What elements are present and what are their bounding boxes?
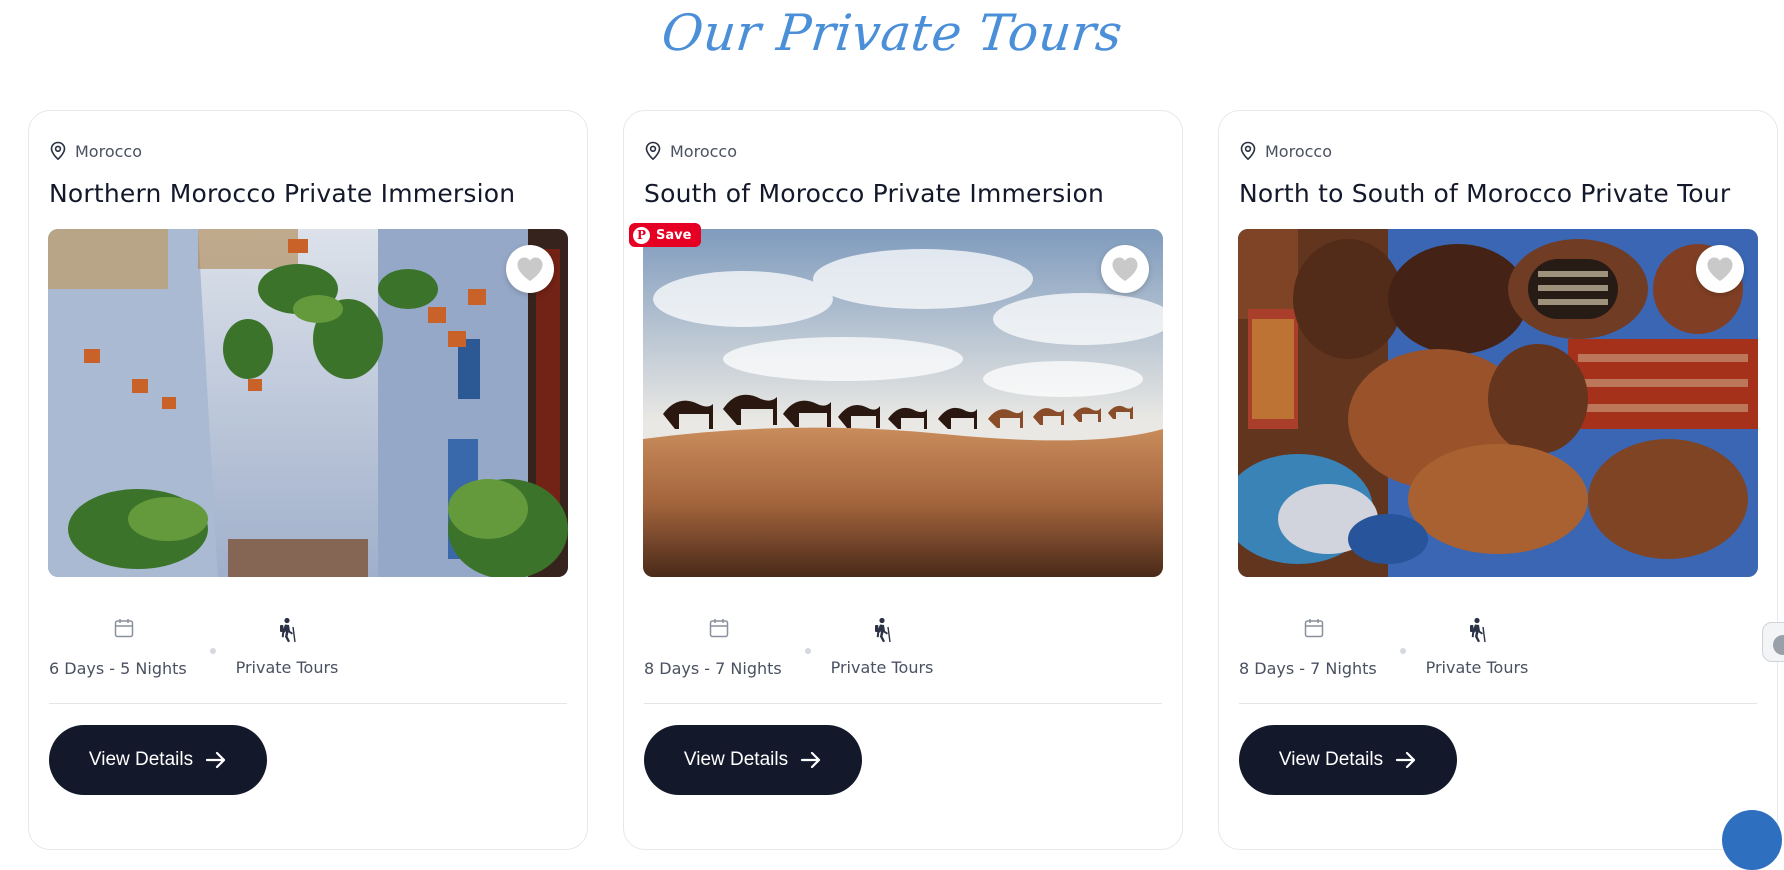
map-pin-icon [1240, 141, 1256, 161]
tour-type-label: Private Tours [235, 658, 339, 677]
calendar-icon [709, 619, 729, 638]
hiker-icon [875, 617, 891, 643]
divider [1239, 703, 1757, 704]
chat-launcher-button[interactable] [1722, 810, 1782, 870]
divider [49, 703, 567, 704]
view-details-label: View Details [683, 749, 789, 770]
view-details-label: View Details [88, 749, 194, 770]
arrow-right-icon [800, 751, 821, 769]
tour-card[interactable]: Morocco South of Morocco Private Immersi… [623, 110, 1183, 850]
location: Morocco [49, 141, 142, 161]
pinterest-save-button[interactable]: P Save [629, 223, 702, 247]
pinterest-save-label: Save [656, 227, 692, 243]
arrow-right-icon [205, 751, 226, 769]
tour-meta: 8 Days - 7 Nights Private Tours [1239, 605, 1759, 678]
tour-card[interactable]: Morocco North to South of Morocco Privat… [1218, 110, 1778, 850]
arrow-right-icon [1395, 751, 1416, 769]
toggle-knob-icon [1773, 635, 1784, 655]
tour-meta: 6 Days - 5 Nights Private Tours [49, 605, 569, 678]
tour-meta: 8 Days - 7 Nights Private Tours [644, 605, 1164, 678]
location-label: Morocco [670, 141, 737, 161]
calendar-icon [1304, 619, 1324, 638]
location: Morocco [1239, 141, 1332, 161]
pinterest-icon: P [633, 226, 650, 244]
section-title: Our Private Tours [659, 4, 1126, 62]
duration-label: 8 Days - 7 Nights [644, 659, 782, 678]
hiker-icon [280, 617, 296, 643]
tour-image[interactable] [48, 229, 568, 577]
separator-dot [1400, 648, 1406, 654]
favorite-button[interactable] [506, 245, 554, 293]
favorite-button[interactable] [1696, 245, 1744, 293]
tour-image[interactable] [1238, 229, 1758, 577]
view-details-button[interactable]: View Details [49, 725, 267, 795]
location-label: Morocco [75, 141, 142, 161]
duration-label: 8 Days - 7 Nights [1239, 659, 1377, 678]
map-pin-icon [50, 141, 66, 161]
tour-image[interactable] [643, 229, 1163, 577]
side-widget-toggle[interactable] [1762, 622, 1784, 662]
camel-caravan-image [643, 229, 1163, 577]
tour-card[interactable]: Morocco Northern Morocco Private Immersi… [28, 110, 588, 850]
tour-title[interactable]: Northern Morocco Private Immersion [49, 179, 567, 208]
heart-icon [1112, 257, 1138, 281]
view-details-button[interactable]: View Details [1239, 725, 1457, 795]
location-label: Morocco [1265, 141, 1332, 161]
location: Morocco [644, 141, 737, 161]
map-pin-icon [645, 141, 661, 161]
divider [644, 703, 1162, 704]
separator-dot [210, 648, 216, 654]
view-details-label: View Details [1278, 749, 1384, 770]
tour-type-label: Private Tours [1425, 658, 1529, 677]
chefchaouen-street-image [48, 229, 568, 577]
leather-bags-image [1238, 229, 1758, 577]
tour-title[interactable]: North to South of Morocco Private Tour [1239, 179, 1757, 208]
favorite-button[interactable] [1101, 245, 1149, 293]
separator-dot [805, 648, 811, 654]
hiker-icon [1470, 617, 1486, 643]
tour-type-label: Private Tours [830, 658, 934, 677]
duration-label: 6 Days - 5 Nights [49, 659, 187, 678]
calendar-icon [114, 619, 134, 638]
view-details-button[interactable]: View Details [644, 725, 862, 795]
heart-icon [1707, 257, 1733, 281]
tour-title[interactable]: South of Morocco Private Immersion [644, 179, 1162, 208]
heart-icon [517, 257, 543, 281]
